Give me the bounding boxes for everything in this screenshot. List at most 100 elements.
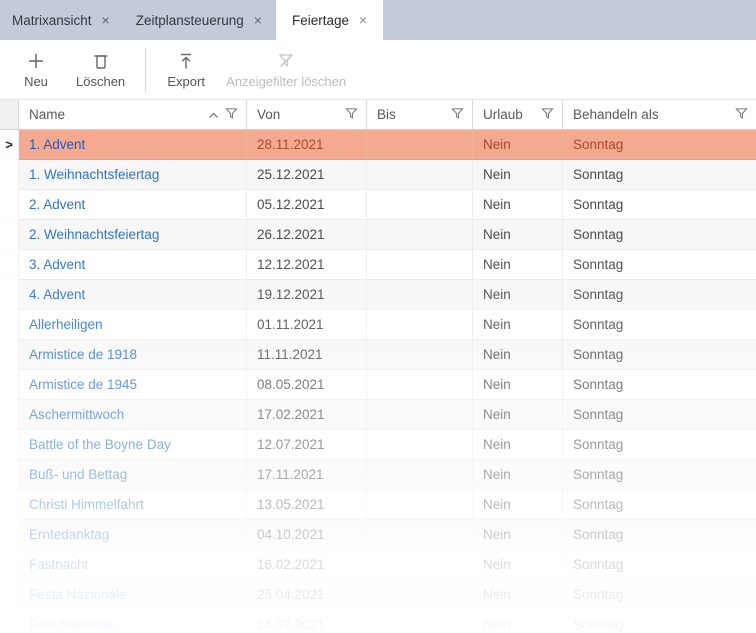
cell-von: 01.11.2021 bbox=[247, 310, 367, 340]
cell-von: 28.11.2021 bbox=[247, 130, 367, 160]
cell-name[interactable]: Festa Nazionale bbox=[19, 580, 247, 610]
holidays-table: Name Von Bis bbox=[0, 100, 756, 633]
close-tab-icon[interactable]: × bbox=[359, 13, 367, 27]
cell-bis bbox=[367, 460, 473, 490]
new-button-label: Neu bbox=[24, 74, 48, 89]
table-row[interactable]: Buß- und Bettag17.11.2021NeinSonntag bbox=[0, 460, 756, 490]
tab-label: Matrixansicht bbox=[12, 13, 92, 28]
table-header-row: Name Von Bis bbox=[0, 100, 756, 130]
clear-display-filter-label: Anzeigefilter löschen bbox=[226, 74, 346, 89]
table-row[interactable]: 3. Advent12.12.2021NeinSonntag bbox=[0, 250, 756, 280]
column-label: Bis bbox=[377, 107, 396, 122]
row-indicator-cell bbox=[0, 220, 19, 250]
cell-von: 08.05.2021 bbox=[247, 370, 367, 400]
cell-name[interactable]: Aschermittwoch bbox=[19, 400, 247, 430]
cell-behandeln-als: Sonntag bbox=[563, 340, 756, 370]
cell-name[interactable]: 4. Advent bbox=[19, 280, 247, 310]
cell-name[interactable]: Buß- und Bettag bbox=[19, 460, 247, 490]
cell-name[interactable]: Erntedanktag bbox=[19, 520, 247, 550]
table-row[interactable]: 1. Weihnachtsfeiertag25.12.2021NeinSonnt… bbox=[0, 160, 756, 190]
table-row[interactable]: >1. Advent28.11.2021NeinSonntag bbox=[0, 130, 756, 160]
close-tab-icon[interactable]: × bbox=[102, 13, 110, 27]
table-row[interactable]: Fastnacht16.02.2021NeinSonntag bbox=[0, 550, 756, 580]
cell-von: 25.04.2021 bbox=[247, 580, 367, 610]
cell-name[interactable]: 1. Advent bbox=[19, 130, 247, 160]
cell-behandeln-als: Sonntag bbox=[563, 250, 756, 280]
cell-name[interactable]: 2. Weihnachtsfeiertag bbox=[19, 220, 247, 250]
column-header-name[interactable]: Name bbox=[19, 100, 247, 129]
cell-urlaub: Nein bbox=[473, 220, 563, 250]
table-row[interactable]: Festa Nazionale25.04.2021NeinSonntag bbox=[0, 580, 756, 610]
cell-von: 26.12.2021 bbox=[247, 220, 367, 250]
row-indicator-cell bbox=[0, 520, 19, 550]
table-row[interactable]: Christi Himmelfahrt13.05.2021NeinSonntag bbox=[0, 490, 756, 520]
cell-name[interactable]: 1. Weihnachtsfeiertag bbox=[19, 160, 247, 190]
table-row[interactable]: Battle of the Boyne Day12.07.2021NeinSon… bbox=[0, 430, 756, 460]
cell-name[interactable]: Fête Nationale bbox=[19, 610, 247, 633]
column-header-behandeln-als[interactable]: Behandeln als bbox=[563, 100, 756, 129]
filter-funnel-icon[interactable] bbox=[225, 107, 238, 123]
cell-von: 17.02.2021 bbox=[247, 400, 367, 430]
delete-button[interactable]: Löschen bbox=[66, 49, 135, 91]
column-header-bis[interactable]: Bis bbox=[367, 100, 473, 129]
toolbar: Neu Löschen Export Anzeigefilter löschen bbox=[0, 40, 756, 100]
table-row[interactable]: Fête Nationale14.07.2021NeinSonntag bbox=[0, 610, 756, 633]
filter-funnel-icon[interactable] bbox=[345, 107, 358, 123]
cell-name[interactable]: Fastnacht bbox=[19, 550, 247, 580]
table-row[interactable]: Armistice de 194508.05.2021NeinSonntag bbox=[0, 370, 756, 400]
filter-funnel-icon[interactable] bbox=[735, 107, 748, 123]
export-button[interactable]: Export bbox=[156, 49, 216, 91]
cell-bis bbox=[367, 520, 473, 550]
cell-name[interactable]: Armistice de 1945 bbox=[19, 370, 247, 400]
row-indicator-cell bbox=[0, 490, 19, 520]
column-header-urlaub[interactable]: Urlaub bbox=[473, 100, 563, 129]
table-row[interactable]: Aschermittwoch17.02.2021NeinSonntag bbox=[0, 400, 756, 430]
filter-funnel-icon[interactable] bbox=[541, 107, 554, 123]
cell-bis bbox=[367, 400, 473, 430]
cell-name[interactable]: 3. Advent bbox=[19, 250, 247, 280]
table-body: >1. Advent28.11.2021NeinSonntag1. Weihna… bbox=[0, 130, 756, 633]
cell-behandeln-als: Sonntag bbox=[563, 520, 756, 550]
toolbar-separator bbox=[145, 48, 146, 92]
close-tab-icon[interactable]: × bbox=[254, 13, 262, 27]
cell-name[interactable]: Allerheiligen bbox=[19, 310, 247, 340]
table-row[interactable]: 4. Advent19.12.2021NeinSonntag bbox=[0, 280, 756, 310]
tab-zeitplansteuerung[interactable]: Zeitplansteuerung × bbox=[124, 0, 276, 40]
cell-bis bbox=[367, 340, 473, 370]
row-indicator-cell bbox=[0, 280, 19, 310]
cell-name[interactable]: Armistice de 1918 bbox=[19, 340, 247, 370]
column-header-von[interactable]: Von bbox=[247, 100, 367, 129]
table-row[interactable]: 2. Weihnachtsfeiertag26.12.2021NeinSonnt… bbox=[0, 220, 756, 250]
row-indicator-cell bbox=[0, 370, 19, 400]
cell-name[interactable]: Battle of the Boyne Day bbox=[19, 430, 247, 460]
cell-von: 04.10.2021 bbox=[247, 520, 367, 550]
cell-urlaub: Nein bbox=[473, 610, 563, 633]
cell-name[interactable]: Christi Himmelfahrt bbox=[19, 490, 247, 520]
cell-urlaub: Nein bbox=[473, 400, 563, 430]
cell-urlaub: Nein bbox=[473, 130, 563, 160]
table-row[interactable]: Erntedanktag04.10.2021NeinSonntag bbox=[0, 520, 756, 550]
table-row[interactable]: 2. Advent05.12.2021NeinSonntag bbox=[0, 190, 756, 220]
cell-behandeln-als: Sonntag bbox=[563, 280, 756, 310]
filter-funnel-icon[interactable] bbox=[451, 107, 464, 123]
cell-bis bbox=[367, 310, 473, 340]
cell-bis bbox=[367, 490, 473, 520]
header-indicator-cell bbox=[0, 100, 19, 129]
row-indicator-cell bbox=[0, 610, 19, 633]
cell-von: 13.05.2021 bbox=[247, 490, 367, 520]
new-button[interactable]: Neu bbox=[6, 49, 66, 91]
cell-urlaub: Nein bbox=[473, 280, 563, 310]
cell-behandeln-als: Sonntag bbox=[563, 460, 756, 490]
table-row[interactable]: Armistice de 191811.11.2021NeinSonntag bbox=[0, 340, 756, 370]
cell-behandeln-als: Sonntag bbox=[563, 370, 756, 400]
export-button-label: Export bbox=[167, 74, 205, 89]
cell-bis bbox=[367, 370, 473, 400]
column-label: Von bbox=[257, 107, 280, 122]
row-indicator-cell bbox=[0, 310, 19, 340]
app-window: Matrixansicht × Zeitplansteuerung × Feie… bbox=[0, 0, 756, 633]
cell-name[interactable]: 2. Advent bbox=[19, 190, 247, 220]
tab-feiertage[interactable]: Feiertage × bbox=[276, 0, 383, 40]
cell-urlaub: Nein bbox=[473, 190, 563, 220]
table-row[interactable]: Allerheiligen01.11.2021NeinSonntag bbox=[0, 310, 756, 340]
tab-matrixansicht[interactable]: Matrixansicht × bbox=[0, 0, 124, 40]
